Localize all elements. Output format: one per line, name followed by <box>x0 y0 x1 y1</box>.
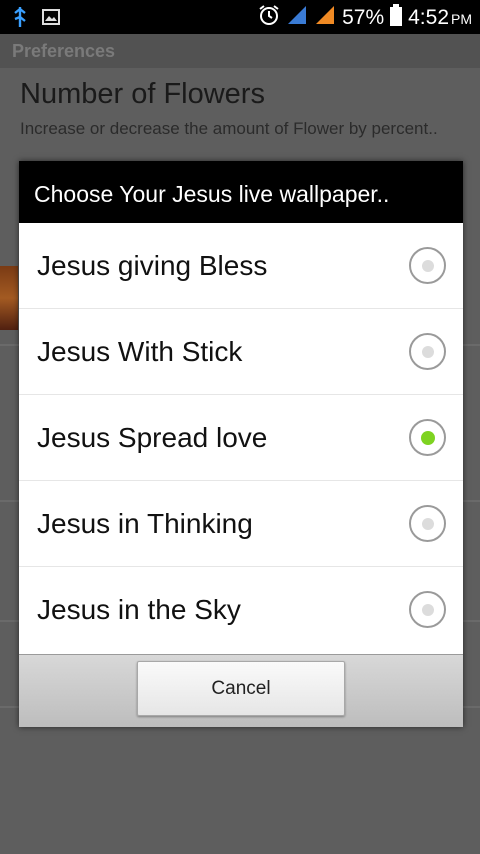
option-jesus-spread-love[interactable]: Jesus Spread love <box>19 395 463 481</box>
radio-button[interactable] <box>409 333 446 370</box>
alarm-icon <box>258 4 280 32</box>
wallpaper-thumbnail <box>0 266 18 330</box>
battery-icon <box>390 4 403 32</box>
image-icon <box>42 9 60 30</box>
option-jesus-with-stick[interactable]: Jesus With Stick <box>19 309 463 395</box>
option-label: Jesus giving Bless <box>37 249 268 281</box>
dialog-title: Choose Your Jesus live wallpaper.. <box>19 161 463 223</box>
signal-icon <box>286 4 308 32</box>
preferences-header: Preferences <box>0 34 480 68</box>
radio-button[interactable] <box>409 247 446 284</box>
battery-percent: 57% <box>342 6 385 29</box>
option-jesus-in-the-sky[interactable]: Jesus in the Sky <box>19 567 463 653</box>
radio-button[interactable] <box>409 591 446 628</box>
option-label: Jesus With Stick <box>37 335 243 367</box>
option-label: Jesus in Thinking <box>37 507 253 539</box>
radio-dot <box>421 517 434 530</box>
radio-dot <box>421 259 434 272</box>
radio-button-selected[interactable] <box>409 419 446 456</box>
radio-dot <box>421 603 434 616</box>
option-jesus-in-thinking[interactable]: Jesus in Thinking <box>19 481 463 567</box>
option-label: Jesus in the Sky <box>37 594 241 625</box>
setting-title: Number of Flowers <box>20 78 265 110</box>
option-jesus-giving-bless[interactable]: Jesus giving Bless <box>19 223 463 309</box>
setting-description: Increase or decrease the amount of Flowe… <box>20 119 438 138</box>
signal-icon <box>314 4 336 32</box>
wallpaper-chooser-dialog: Choose Your Jesus live wallpaper.. Jesus… <box>19 161 463 727</box>
dialog-button-bar: Cancel <box>19 654 463 727</box>
radio-dot <box>421 345 434 358</box>
usb-icon <box>12 6 28 33</box>
clock: 4:52 PM <box>408 6 472 29</box>
radio-dot <box>420 430 435 445</box>
option-label: Jesus Spread love <box>37 421 268 453</box>
status-bar: 57% 4:52 PM <box>0 0 480 34</box>
radio-button[interactable] <box>409 505 446 542</box>
cancel-button[interactable]: Cancel <box>137 661 345 716</box>
